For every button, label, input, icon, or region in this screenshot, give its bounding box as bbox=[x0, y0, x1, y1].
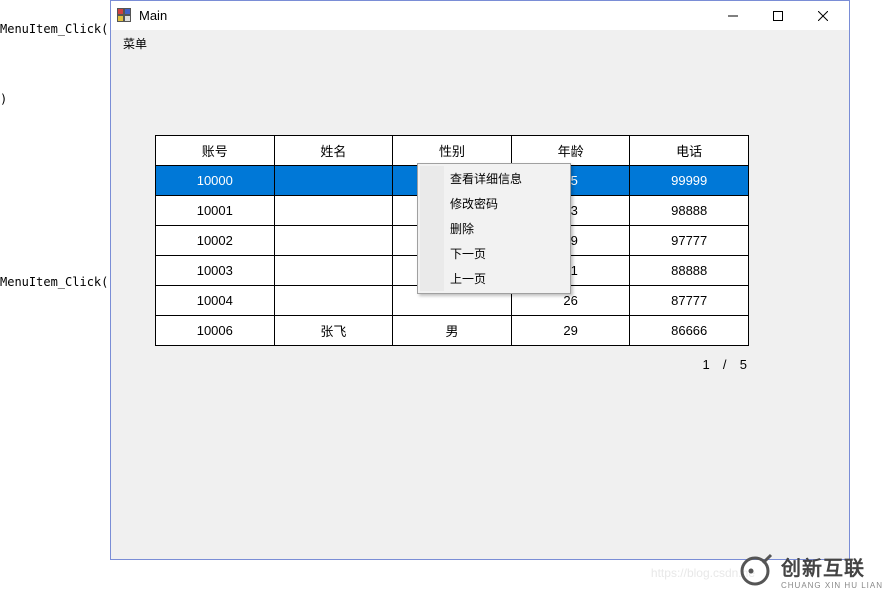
client-area: 账号 姓名 性别 年龄 电话 1000025999991000123988881… bbox=[111, 55, 849, 559]
context-menu-item[interactable]: 查看详细信息 bbox=[420, 166, 568, 191]
brand-name-en: CHUANG XIN HU LIAN bbox=[781, 581, 883, 590]
titlebar[interactable]: Main bbox=[111, 1, 849, 31]
minimize-button[interactable] bbox=[710, 2, 755, 30]
context-menu-item[interactable]: 删除 bbox=[420, 216, 568, 241]
brand-logo-icon bbox=[737, 553, 773, 589]
main-window: Main 菜单 账号 姓名 性别 bbox=[110, 0, 850, 560]
close-button[interactable] bbox=[800, 2, 845, 30]
brand-watermark: 创新互联 CHUANG XIN HU LIAN bbox=[737, 552, 883, 590]
close-icon bbox=[818, 11, 828, 21]
cell-id[interactable]: 10003 bbox=[156, 256, 275, 286]
cell-phone[interactable]: 88888 bbox=[630, 256, 749, 286]
cell-name[interactable] bbox=[274, 286, 393, 316]
pager: 1 / 5 bbox=[702, 357, 749, 372]
data-grid[interactable]: 账号 姓名 性别 年龄 电话 1000025999991000123988881… bbox=[155, 135, 749, 346]
cell-id[interactable]: 10000 bbox=[156, 166, 275, 196]
code-line: ) bbox=[0, 92, 7, 106]
cell-phone[interactable]: 87777 bbox=[630, 286, 749, 316]
cell-name[interactable] bbox=[274, 166, 393, 196]
minimize-icon bbox=[728, 11, 738, 21]
cell-age[interactable]: 29 bbox=[511, 316, 630, 346]
context-menu-item[interactable]: 下一页 bbox=[420, 241, 568, 266]
pager-total: 5 bbox=[740, 357, 749, 372]
cell-name[interactable]: 张飞 bbox=[274, 316, 393, 346]
col-header-phone[interactable]: 电话 bbox=[630, 136, 749, 166]
maximize-icon bbox=[773, 11, 783, 21]
cell-phone[interactable]: 86666 bbox=[630, 316, 749, 346]
cell-name[interactable] bbox=[274, 196, 393, 226]
cell-phone[interactable]: 97777 bbox=[630, 226, 749, 256]
context-menu: 查看详细信息修改密码删除下一页上一页 bbox=[417, 163, 571, 294]
table-row[interactable]: 10006张飞男2986666 bbox=[156, 316, 749, 346]
cell-gender[interactable]: 男 bbox=[393, 316, 512, 346]
cell-name[interactable] bbox=[274, 226, 393, 256]
cell-id[interactable]: 10006 bbox=[156, 316, 275, 346]
col-header-name[interactable]: 姓名 bbox=[274, 136, 393, 166]
col-header-id[interactable]: 账号 bbox=[156, 136, 275, 166]
context-menu-item[interactable]: 上一页 bbox=[420, 266, 568, 291]
cell-phone[interactable]: 99999 bbox=[630, 166, 749, 196]
cell-id[interactable]: 10001 bbox=[156, 196, 275, 226]
window-controls bbox=[710, 2, 845, 30]
cell-id[interactable]: 10004 bbox=[156, 286, 275, 316]
pager-sep: / bbox=[723, 357, 729, 372]
maximize-button[interactable] bbox=[755, 2, 800, 30]
cell-name[interactable] bbox=[274, 256, 393, 286]
menu-item-main[interactable]: 菜单 bbox=[115, 33, 155, 54]
code-line: MenuItem_Click( bbox=[0, 275, 108, 289]
col-header-gender[interactable]: 性别 bbox=[393, 136, 512, 166]
cell-id[interactable]: 10002 bbox=[156, 226, 275, 256]
menubar: 菜单 bbox=[111, 31, 849, 55]
cell-phone[interactable]: 98888 bbox=[630, 196, 749, 226]
pager-current: 1 bbox=[702, 357, 711, 372]
brand-name-cn: 创新互联 bbox=[781, 552, 883, 581]
code-line: MenuItem_Click( bbox=[0, 22, 108, 36]
col-header-age[interactable]: 年龄 bbox=[511, 136, 630, 166]
context-menu-item[interactable]: 修改密码 bbox=[420, 191, 568, 216]
header-row: 账号 姓名 性别 年龄 电话 bbox=[156, 136, 749, 166]
window-title: Main bbox=[139, 8, 710, 23]
app-icon bbox=[117, 8, 133, 24]
